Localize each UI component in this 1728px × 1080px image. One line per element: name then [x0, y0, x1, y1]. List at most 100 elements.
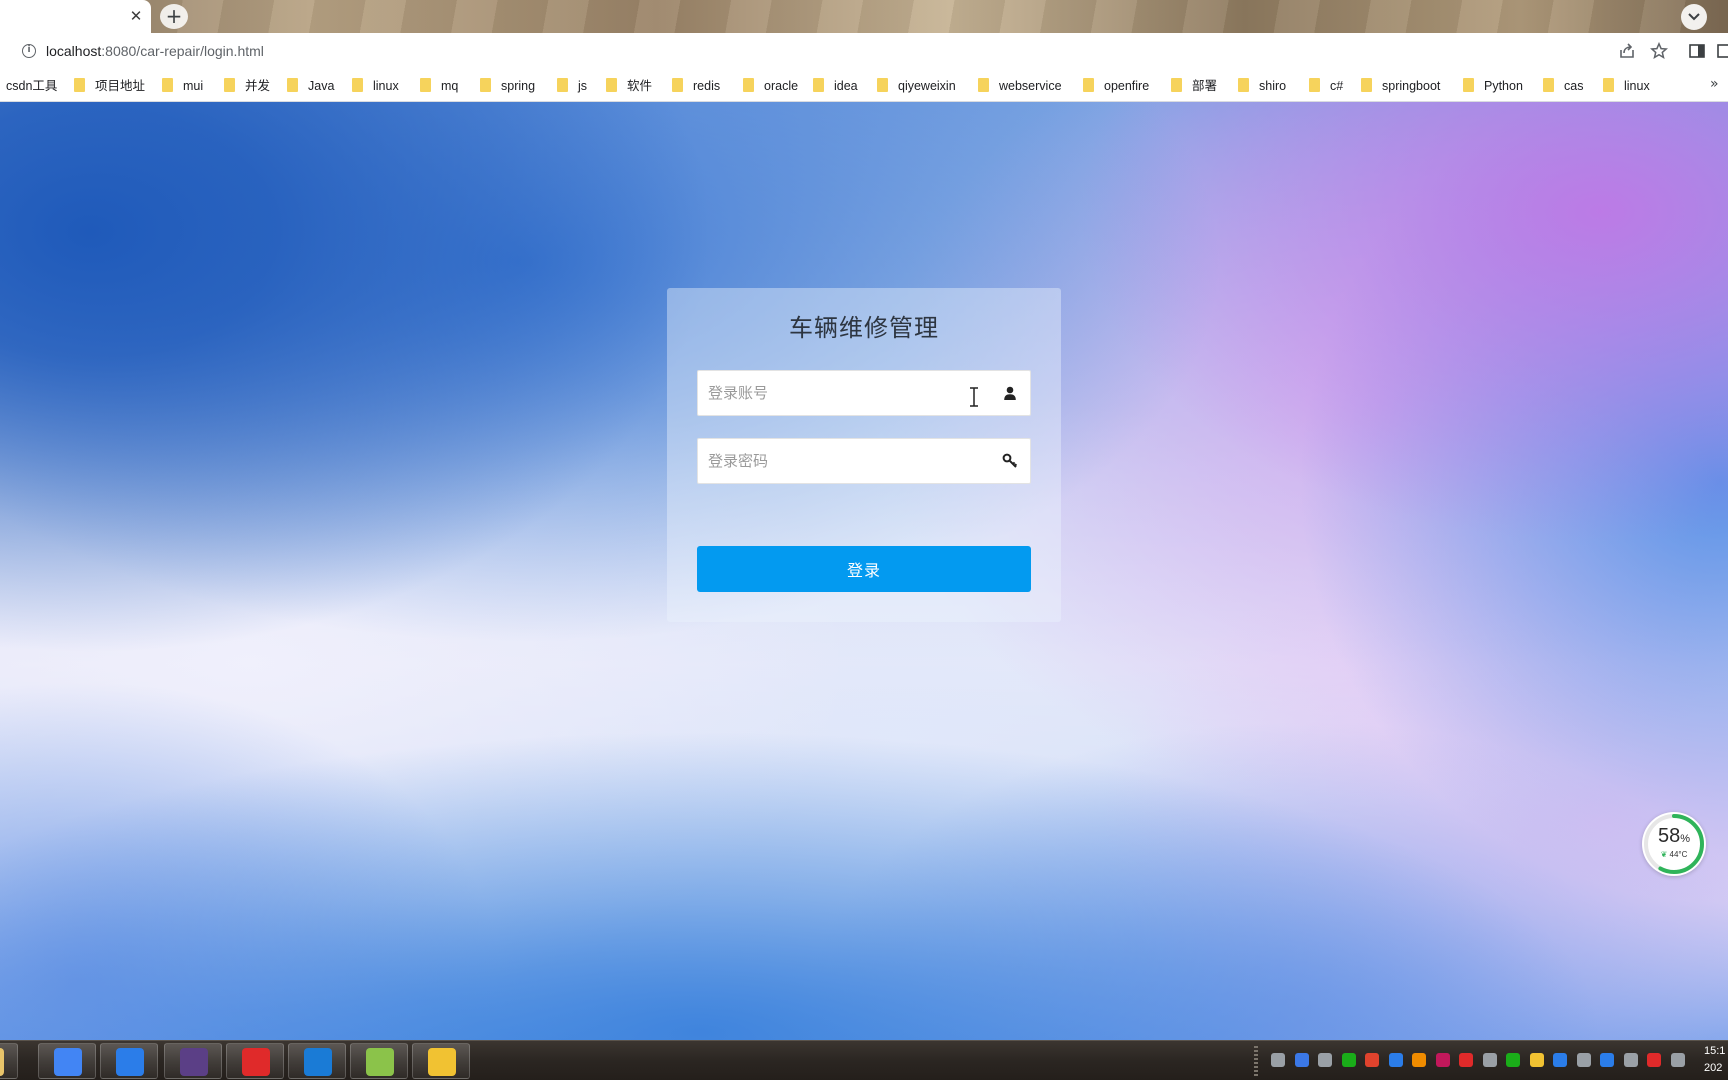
- taskbar-app[interactable]: [288, 1043, 346, 1079]
- bookmark-item[interactable]: mq: [420, 77, 458, 95]
- flag-icon[interactable]: [1647, 1053, 1661, 1067]
- folder-icon: [224, 78, 235, 92]
- folder-icon: [1543, 78, 1554, 92]
- volume-icon[interactable]: [1670, 1053, 1685, 1067]
- bookmark-item[interactable]: js: [557, 77, 587, 95]
- keyboard-icon[interactable]: [1271, 1053, 1285, 1067]
- user-icon: [1004, 386, 1016, 400]
- username-field[interactable]: [697, 370, 1031, 416]
- network-tools-icon[interactable]: [1576, 1053, 1591, 1067]
- bookmark-item[interactable]: 软件: [606, 77, 652, 95]
- taskbar-app[interactable]: [226, 1043, 284, 1079]
- folder-icon: [420, 78, 431, 92]
- folder-icon: [287, 78, 298, 92]
- side-panel-icon[interactable]: [1688, 42, 1706, 60]
- bookmark-item[interactable]: Python: [1463, 77, 1523, 95]
- bookmark-item[interactable]: 部署: [1171, 77, 1217, 95]
- app-blue-tray-icon[interactable]: [1600, 1053, 1614, 1067]
- folder-icon: [1603, 78, 1614, 92]
- bookmark-item[interactable]: openfire: [1083, 77, 1149, 95]
- help-icon[interactable]: [1294, 1053, 1309, 1067]
- profile-icon[interactable]: [1716, 42, 1728, 60]
- bookmark-label: qiyeweixin: [898, 79, 956, 93]
- bookmark-item[interactable]: shiro: [1238, 77, 1286, 95]
- wps-icon[interactable]: [1365, 1053, 1379, 1067]
- folder-icon: [606, 78, 617, 92]
- battery-widget[interactable]: 58% ❦ 44°C: [1642, 812, 1706, 876]
- wechat-icon[interactable]: [1341, 1053, 1356, 1067]
- tool-icon[interactable]: [1482, 1053, 1497, 1067]
- bookmark-label: mui: [183, 79, 204, 93]
- taskbar-app[interactable]: [164, 1043, 222, 1079]
- share-icon[interactable]: [1618, 42, 1636, 60]
- clock-time: 15:1: [1704, 1045, 1726, 1057]
- key-icon: [1002, 453, 1018, 468]
- folder-icon: [978, 78, 989, 92]
- login-button[interactable]: 登录: [697, 546, 1031, 592]
- bookmark-item[interactable]: oracle: [743, 77, 798, 95]
- bookmarks-bar: csdn工具 项目地址 mui 并发 Java linux mq spring js 软件 redi…: [0, 70, 1728, 102]
- bookmark-item[interactable]: webservice: [978, 77, 1062, 95]
- more-bookmarks-button[interactable]: »: [1710, 76, 1719, 92]
- netease-tray-icon[interactable]: [1459, 1053, 1473, 1067]
- site-info-icon[interactable]: i: [22, 44, 36, 58]
- coin-icon[interactable]: [1529, 1053, 1544, 1067]
- network-icon[interactable]: [1623, 1053, 1638, 1067]
- username-input[interactable]: [698, 371, 988, 415]
- notepad-plus-plus-icon: [366, 1048, 394, 1076]
- wechat-alt-icon[interactable]: [1506, 1053, 1520, 1067]
- tab-close-icon[interactable]: ✕: [126, 6, 146, 26]
- url-path: :8080/car-repair/login.html: [101, 43, 264, 59]
- feishu-tray-icon[interactable]: [1388, 1053, 1403, 1067]
- bookmark-label: shiro: [1259, 79, 1287, 93]
- battery-percent: 58%: [1642, 825, 1706, 848]
- bookmark-item[interactable]: csdn工具: [6, 77, 57, 95]
- bookmark-label: oracle: [764, 79, 799, 93]
- bookmark-item[interactable]: Java: [287, 77, 334, 95]
- bookmark-item[interactable]: linux: [1603, 77, 1650, 95]
- bookmark-item[interactable]: mui: [162, 77, 203, 95]
- app-tray-icon[interactable]: [1435, 1053, 1450, 1067]
- bookmark-item[interactable]: redis: [672, 77, 720, 95]
- taskbar-app[interactable]: [0, 1043, 18, 1079]
- bookmark-item[interactable]: c#: [1309, 77, 1343, 95]
- bookmark-item[interactable]: 并发: [224, 77, 270, 95]
- clock[interactable]: 15:1 202: [1704, 1043, 1725, 1077]
- taskbar-app[interactable]: [100, 1043, 158, 1079]
- taskbar-app[interactable]: [38, 1043, 96, 1079]
- tab-search-button[interactable]: [1681, 4, 1707, 30]
- bookmark-item[interactable]: linux: [352, 77, 399, 95]
- password-input[interactable]: [698, 439, 988, 483]
- page-viewport: 车辆维修管理 登录 58% ❦ 44°C: [0, 102, 1728, 1040]
- folder-icon: [1309, 78, 1320, 92]
- bookmark-item[interactable]: qiyeweixin: [877, 77, 956, 95]
- login-title: 车辆维修管理: [789, 314, 939, 342]
- bookmark-item[interactable]: 项目地址: [74, 77, 145, 95]
- bookmark-item[interactable]: springboot: [1361, 77, 1440, 95]
- folder-icon: [1171, 78, 1182, 92]
- bookmark-label: 软件: [627, 79, 653, 93]
- bookmark-item[interactable]: cas: [1543, 77, 1583, 95]
- bookmark-item[interactable]: idea: [813, 77, 858, 95]
- login-card: 车辆维修管理 登录: [667, 288, 1061, 622]
- java-ee-ide-icon: [180, 1048, 208, 1076]
- taskbar-app[interactable]: [350, 1043, 408, 1079]
- search-tray-icon[interactable]: [1412, 1053, 1426, 1067]
- temperature-value: 44°C: [1669, 850, 1688, 859]
- bookmark-label: mq: [441, 79, 459, 93]
- battery-temperature: ❦ 44°C: [1642, 850, 1706, 859]
- bookmark-item[interactable]: spring: [480, 77, 535, 95]
- bookmark-star-icon[interactable]: [1650, 42, 1668, 60]
- password-field[interactable]: [697, 438, 1031, 484]
- bookmark-label: springboot: [1382, 79, 1441, 93]
- tray-arrow-icon[interactable]: [1318, 1053, 1332, 1067]
- battery-percent-unit: %: [1680, 833, 1691, 845]
- new-tab-button[interactable]: +: [160, 4, 188, 29]
- bookmark-label: idea: [834, 79, 858, 93]
- bookmark-label: js: [578, 79, 588, 93]
- address-bar[interactable]: localhost:8080/car-repair/login.html: [46, 43, 264, 59]
- taskbar-app[interactable]: [412, 1043, 470, 1079]
- chrome-icon: [54, 1048, 82, 1076]
- text-cursor-icon: [970, 387, 978, 407]
- bluetooth-icon[interactable]: [1553, 1053, 1567, 1067]
